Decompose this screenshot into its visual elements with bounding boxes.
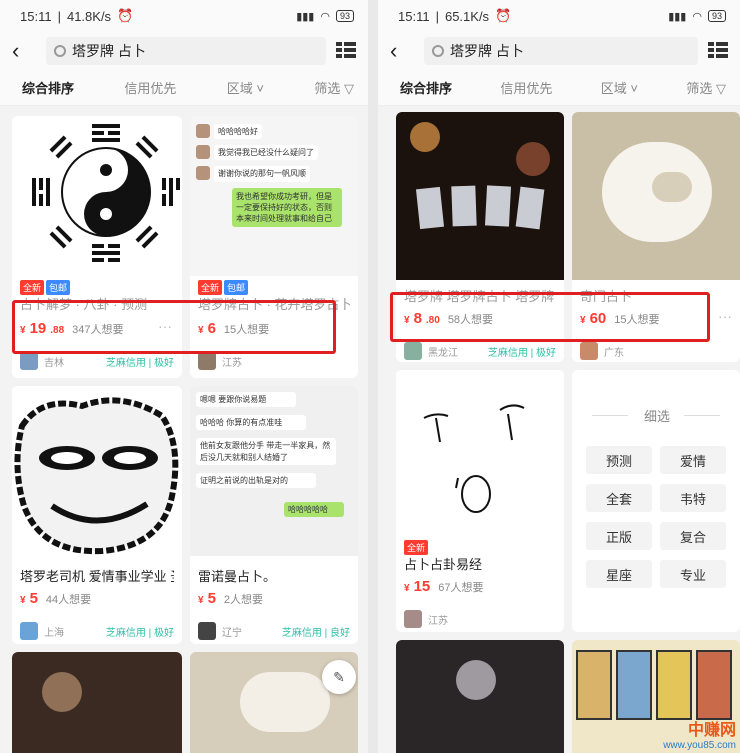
card-price: ¥5 2人想要 <box>198 590 264 607</box>
chat-screenshot: 嗯嗯 要跟你说易题 哈哈哈 你算的有点准哇 他前女友跟他分手 带走一半家具，然后… <box>190 386 358 556</box>
filter-bar: 综合排序 信用优先 区域 ˅ 筛选 ▽ <box>0 70 368 106</box>
seller-row: 广东 <box>580 342 732 360</box>
search-header: ‹ 塔罗牌 占卜 <box>378 32 740 70</box>
seller-row: 辽宁 芝麻信用 | 良好 <box>198 622 350 640</box>
credit-badge: 芝麻信用 | 极好 <box>105 357 174 369</box>
filter-credit-first[interactable]: 信用优先 <box>500 78 552 97</box>
battery-icon: 93 <box>335 10 354 22</box>
filter-screen[interactable]: 筛选 ▽ <box>314 78 354 97</box>
filter-screen[interactable]: 筛选 ▽ <box>686 78 726 97</box>
refine-chip[interactable]: 正版 <box>586 522 652 550</box>
card-price: ¥5 44人想要 <box>20 590 92 607</box>
product-card[interactable] <box>12 652 182 753</box>
layout-toggle-icon[interactable] <box>336 42 356 60</box>
card-title: 塔罗老司机 爱情事业学业 圣 <box>20 569 174 584</box>
seller-row: 上海 芝麻信用 | 极好 <box>20 622 174 640</box>
avatar <box>198 622 216 640</box>
left-phone-screen: 15:11 | 41.8K/s ⏰ ▮▮▮ ◠ 93 ‹ 塔罗牌 占卜 综合排序 信用优先… <box>0 0 368 753</box>
chat-screenshot: 哈哈哈哈好 我觉得我已经没什么疑问了 谢谢你说的那句一帆风顺 我也希望你成功考研… <box>190 116 358 276</box>
refine-chip[interactable]: 爱情 <box>660 446 726 474</box>
highlight-box <box>12 300 336 354</box>
layout-toggle-icon[interactable] <box>708 42 728 60</box>
screenshot-composite: 15:11 | 41.8K/s ⏰ ▮▮▮ ◠ 93 ‹ 塔罗牌 占卜 综合排序 信用优先… <box>0 0 740 753</box>
seller-row: 吉林 芝麻信用 | 极好 <box>20 352 174 370</box>
avatar <box>198 352 216 370</box>
status-bar: 15:11 | 65.1K/s ⏰ ▮▮▮ ◠ 93 <box>378 0 740 32</box>
tag-free-shipping: 包邮 <box>46 280 71 295</box>
back-arrow-icon[interactable]: ‹ <box>12 38 36 64</box>
avatar <box>404 342 422 360</box>
filter-region[interactable]: 区域 ˅ <box>227 78 264 97</box>
filter-sort-comprehensive[interactable]: 综合排序 <box>400 78 452 97</box>
search-input[interactable]: 塔罗牌 占卜 <box>424 37 698 65</box>
refine-chip[interactable]: 韦特 <box>660 484 726 512</box>
bagua-image <box>12 116 182 276</box>
search-input[interactable]: 塔罗牌 占卜 <box>46 37 326 65</box>
credit-badge: 芝麻信用 | 极好 <box>105 627 174 639</box>
product-card[interactable]: 全新 占卜占卦易经 ¥15 67人想要 江苏 <box>396 370 564 632</box>
refine-chip[interactable]: 预测 <box>586 446 652 474</box>
product-card[interactable]: 嗯嗯 要跟你说易题 哈哈哈 你算的有点准哇 他前女友跟他分手 带走一半家具，然后… <box>190 386 358 644</box>
doodle-image <box>396 370 564 538</box>
filter-bar: 综合排序 信用优先 区域 ˅ 筛选 ▽ <box>378 70 740 106</box>
tarot-cards-image <box>396 112 564 280</box>
seller-row: 黑龙江 芝麻信用 | 极好 <box>404 342 556 360</box>
right-phone-screen: 15:11 | 65.1K/s ⏰ ▮▮▮ ◠ 93 ‹ 塔罗牌 占卜 综合排序 信用优先… <box>378 0 740 753</box>
card-title: 占卜占卦易经 <box>404 557 483 572</box>
seller-location: 吉林 <box>44 357 64 369</box>
avatar <box>404 610 422 628</box>
seller-row: 江苏 <box>198 352 350 370</box>
alarm-icon: ⏰ <box>117 8 134 23</box>
status-time: 15:11 <box>20 8 52 24</box>
refine-chip[interactable]: 专业 <box>660 560 726 588</box>
filter-region[interactable]: 区域 ˅ <box>601 78 638 97</box>
filter-sort-comprehensive[interactable]: 综合排序 <box>22 78 74 97</box>
tag-new: 全新 <box>404 540 429 555</box>
back-arrow-icon[interactable]: ‹ <box>390 38 414 64</box>
refine-title: 细选 <box>644 409 671 424</box>
meme-face-image <box>12 386 182 556</box>
wifi-icon: ◠ <box>692 10 702 23</box>
signal-icon: ▮▮▮ <box>296 10 315 23</box>
credit-badge: 芝麻信用 | 良好 <box>281 627 350 639</box>
search-query: 塔罗牌 占卜 <box>72 43 146 59</box>
status-speed: 41.8K/s <box>66 8 112 24</box>
highlight-box <box>390 292 710 342</box>
edit-icon[interactable]: ✎ <box>322 660 356 694</box>
nine-tail-fox-image <box>572 112 740 280</box>
refine-chip[interactable]: 星座 <box>586 560 652 588</box>
search-icon <box>54 45 66 57</box>
filter-credit-first[interactable]: 信用优先 <box>124 78 176 97</box>
signal-icon: ▮▮▮ <box>668 10 687 23</box>
avatar <box>20 622 38 640</box>
tag-new: 全新 <box>20 280 45 295</box>
avatar <box>20 352 38 370</box>
avatar <box>580 342 598 360</box>
search-header: ‹ 塔罗牌 占卜 <box>0 32 368 70</box>
credit-badge: 芝麻信用 | 极好 <box>487 347 556 359</box>
search-icon <box>432 45 444 57</box>
refine-chip[interactable]: 全套 <box>586 484 652 512</box>
seller-row: 江苏 <box>404 610 556 628</box>
wifi-icon: ◠ <box>320 10 330 23</box>
card-title: 雷诺曼占卜。 <box>198 569 277 584</box>
product-card[interactable] <box>396 640 564 753</box>
product-card[interactable]: 塔罗老司机 爱情事业学业 圣 ¥5 44人想要 上海 芝麻信用 | 极好 <box>12 386 182 644</box>
battery-icon: 93 <box>707 10 726 22</box>
status-bar: 15:11 | 41.8K/s ⏰ ▮▮▮ ◠ 93 <box>0 0 368 32</box>
more-icon[interactable]: ··· <box>718 308 732 324</box>
card-price: ¥15 67人想要 <box>404 578 484 595</box>
watermark: 中赚网 www.you85.com <box>663 722 736 751</box>
refine-panel: 细选 预测 爱情 全套 韦特 正版 复合 星座 专业 <box>572 370 740 632</box>
refine-chip[interactable]: 复合 <box>660 522 726 550</box>
alarm-icon: ⏰ <box>495 8 512 23</box>
